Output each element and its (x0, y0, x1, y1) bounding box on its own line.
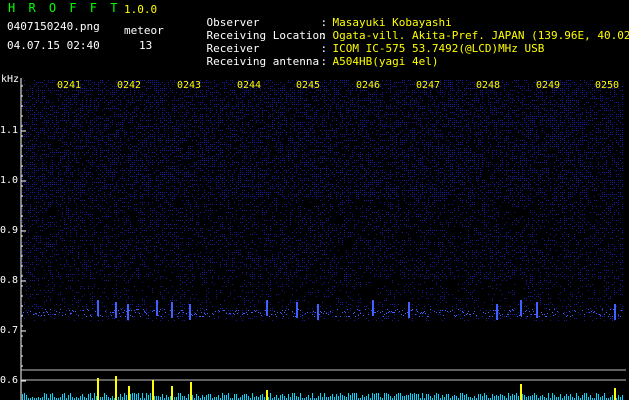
meteor-echo (97, 300, 99, 316)
trace-peak (190, 382, 192, 400)
meteor-echo (520, 300, 522, 316)
trace-peak (97, 378, 99, 400)
trace-peak (152, 380, 154, 400)
plot-frame (20, 78, 626, 400)
meteor-echo (156, 300, 158, 316)
x-tick-label: 0246 (356, 80, 381, 91)
meteor-echo (372, 300, 374, 316)
x-tick-label: 0244 (237, 80, 262, 91)
meteor-echo (189, 304, 191, 320)
y-tick-label: 0.9 (0, 225, 19, 236)
x-tick-label: 0247 (416, 80, 441, 91)
axis-ticks (21, 85, 26, 382)
y-tick-label: 0.7 (0, 325, 19, 336)
y-tick-label: 0.6 (0, 375, 19, 386)
x-tick-label: 0243 (177, 80, 202, 91)
y-tick-label: 0.8 (0, 275, 19, 286)
x-tick-label: 0241 (57, 80, 82, 91)
meteor-echo (614, 304, 616, 320)
y-tick-label: 1.0 (0, 175, 19, 186)
x-tick-label: 0250 (595, 80, 620, 91)
trace-peak (614, 388, 616, 400)
x-tick-label: 0249 (536, 80, 561, 91)
x-tick-label: 0248 (476, 80, 501, 91)
meteor-echo (171, 302, 173, 318)
trace-peak (171, 386, 173, 400)
meteor-echo (496, 304, 498, 320)
frequency-unit: kHz (1, 74, 20, 85)
meteor-echo (536, 302, 538, 318)
y-tick-label: 1.1 (0, 125, 19, 136)
meteor-echo (266, 300, 268, 316)
x-tick-label: 0245 (296, 80, 321, 91)
trace-peak (115, 376, 117, 400)
meteor-echo (127, 304, 129, 320)
spectrogram (20, 78, 626, 400)
trace-peak (520, 384, 522, 400)
noise-field (22, 80, 623, 321)
meteor-echo (115, 302, 117, 318)
meteor-echo (296, 302, 298, 318)
x-tick-label: 0242 (117, 80, 142, 91)
meteor-echo (317, 304, 319, 320)
trace-peak (128, 386, 130, 400)
meteor-echo (408, 302, 410, 318)
trace-peak (266, 390, 268, 400)
